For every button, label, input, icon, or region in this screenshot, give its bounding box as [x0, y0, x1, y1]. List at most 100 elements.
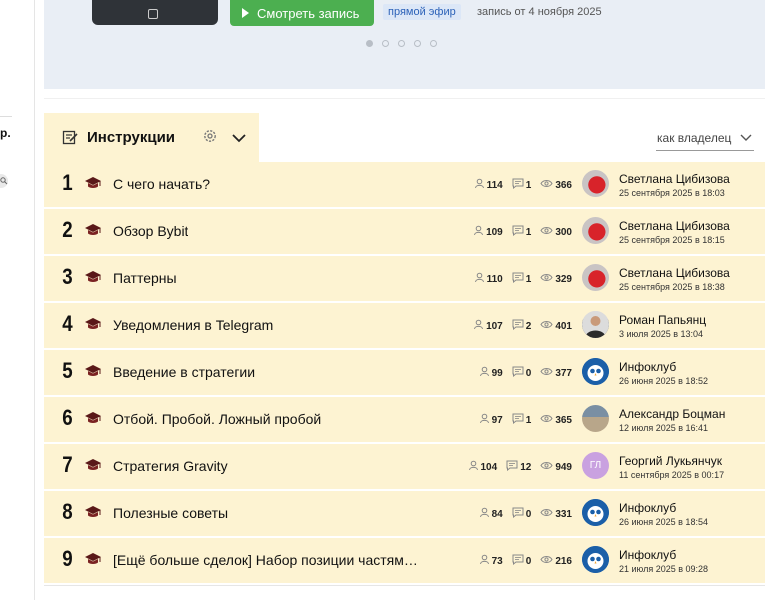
tab-instructions[interactable]: Инструкции [44, 113, 259, 162]
item-title[interactable]: Введение в стратегии [113, 364, 255, 380]
list-item[interactable]: 4 Уведомления в Telegram 107 2 401 Роман Папь… [44, 303, 765, 350]
carousel-dot[interactable] [430, 40, 437, 47]
graduation-cap-icon [84, 458, 102, 477]
comments-count: 1 [525, 273, 532, 285]
owner-name[interactable]: Инфоклуб [619, 548, 676, 562]
views-count: 401 [555, 320, 572, 332]
item-stats: 104 12 949 [468, 460, 572, 474]
item-title[interactable]: С чего начать? [113, 176, 210, 192]
avatar[interactable] [582, 358, 609, 385]
avatar[interactable] [582, 170, 609, 197]
comments-stat: 1 [512, 272, 532, 286]
list-item[interactable]: 6 Отбой. Пробой. Ложный пробой 97 1 365 Алекс… [44, 397, 765, 444]
views-count: 949 [555, 461, 572, 473]
created-date: 12 июля 2025 в 16:41 [619, 423, 709, 433]
user-icon [474, 178, 485, 192]
item-number: 6 [62, 405, 73, 430]
carousel-dot[interactable] [366, 40, 373, 47]
avatar[interactable] [582, 264, 609, 291]
list-item[interactable]: 2 Обзор Bybit 109 1 300 Светлана Цибизова 25 с… [44, 209, 765, 256]
avatar[interactable] [582, 311, 609, 338]
owner-name[interactable]: Светлана Цибизова [619, 172, 730, 186]
views-count: 377 [555, 367, 572, 379]
views-stat: 331 [540, 508, 572, 520]
comments-stat: 1 [512, 178, 532, 192]
item-number: 1 [62, 170, 73, 195]
avatar[interactable] [582, 217, 609, 244]
carousel-dot[interactable] [414, 40, 421, 47]
item-title[interactable]: [Ещё больше сделок] Набор позиции частям… [113, 552, 418, 568]
comment-icon [506, 460, 518, 474]
sidebar-text-fragment: р. [0, 126, 11, 140]
views-stat: 329 [540, 273, 572, 285]
divider [0, 116, 12, 117]
participants-count: 99 [491, 367, 503, 379]
item-stats: 97 1 365 [479, 413, 572, 427]
list-item[interactable]: 1 С чего начать? 114 1 366 Светлана Цибизова 2… [44, 162, 765, 209]
views-stat: 366 [540, 179, 572, 191]
views-count: 329 [555, 273, 572, 285]
avatar[interactable] [582, 546, 609, 573]
gear-icon[interactable] [202, 128, 218, 149]
item-title[interactable]: Паттерны [113, 270, 177, 286]
owner-name[interactable]: Инфоклуб [619, 360, 676, 374]
list-item[interactable]: 3 Паттерны 110 1 329 Светлана Цибизова 25 сент… [44, 256, 765, 303]
item-stats: 99 0 377 [479, 366, 572, 380]
participants-stat: 110 [474, 272, 503, 286]
chevron-down-icon[interactable] [231, 131, 247, 149]
participants-count: 84 [491, 508, 503, 520]
graduation-cap-icon [84, 176, 102, 195]
participants-count: 114 [486, 179, 503, 191]
item-title[interactable]: Обзор Bybit [113, 223, 188, 239]
graduation-cap-icon [84, 270, 102, 289]
owner-name[interactable]: Инфоклуб [619, 501, 676, 515]
item-number: 5 [62, 358, 73, 383]
participants-stat: 114 [474, 178, 503, 192]
carousel-dot[interactable] [382, 40, 389, 47]
item-stats: 114 1 366 [474, 178, 572, 192]
comments-stat: 1 [512, 413, 531, 427]
owner-name[interactable]: Роман Папьянц [619, 313, 706, 327]
comments-stat: 0 [512, 554, 531, 568]
created-date: 25 сентября 2025 в 18:15 [619, 235, 725, 245]
participants-stat: 97 [479, 413, 503, 427]
created-date: 21 июля 2025 в 09:28 [619, 564, 709, 574]
left-sidebar-edge: р. [0, 0, 35, 600]
graduation-cap-icon [84, 317, 102, 336]
comment-icon [512, 178, 524, 192]
comment-icon [512, 272, 524, 286]
eye-icon [540, 461, 553, 473]
carousel-dot[interactable] [398, 40, 405, 47]
camera-icon [148, 9, 158, 19]
watch-recording-label: Смотреть запись [257, 5, 360, 21]
owner-name[interactable]: Светлана Цибизова [619, 266, 730, 280]
list-item[interactable]: 8 Полезные советы 84 0 331 Инфоклуб 26 июня 20… [44, 491, 765, 538]
item-title[interactable]: Стратегия Gravity [113, 458, 228, 474]
item-title[interactable]: Отбой. Пробой. Ложный пробой [113, 411, 321, 427]
item-stats: 84 0 331 [479, 507, 572, 521]
created-date: 3 июля 2025 в 13:04 [619, 329, 704, 339]
user-icon [473, 319, 484, 333]
comments-stat: 12 [506, 460, 531, 474]
item-title[interactable]: Уведомления в Telegram [113, 317, 273, 333]
owner-filter-select[interactable]: как владелец [656, 128, 754, 151]
record-date: запись от 4 ноября 2025 [477, 6, 602, 18]
owner-name[interactable]: Светлана Цибизова [619, 219, 730, 233]
watch-recording-button[interactable]: Смотреть запись [230, 0, 374, 26]
video-thumbnail[interactable] [92, 0, 218, 25]
owner-name[interactable]: Георгий Лукьянчук [619, 454, 722, 468]
avatar[interactable] [582, 405, 609, 432]
comment-icon [512, 225, 524, 239]
owner-name[interactable]: Александр Боцман [619, 407, 725, 421]
list-item[interactable]: 9 [Ещё больше сделок] Набор позиции частя… [44, 538, 765, 585]
list-item[interactable]: 5 Введение в стратегии 99 0 377 Инфоклуб 26 ию… [44, 350, 765, 397]
avatar[interactable] [582, 499, 609, 526]
comments-count: 1 [525, 179, 532, 191]
avatar[interactable]: ГЛ [582, 452, 609, 479]
avatar-initials: ГЛ [589, 460, 602, 471]
user-icon [479, 507, 490, 521]
item-number: 4 [62, 311, 73, 336]
list-item[interactable]: 7 Стратегия Gravity 104 12 949 ГЛ Георгий Лукь… [44, 444, 765, 491]
item-title[interactable]: Полезные советы [113, 505, 228, 521]
search-icon[interactable] [0, 174, 8, 188]
